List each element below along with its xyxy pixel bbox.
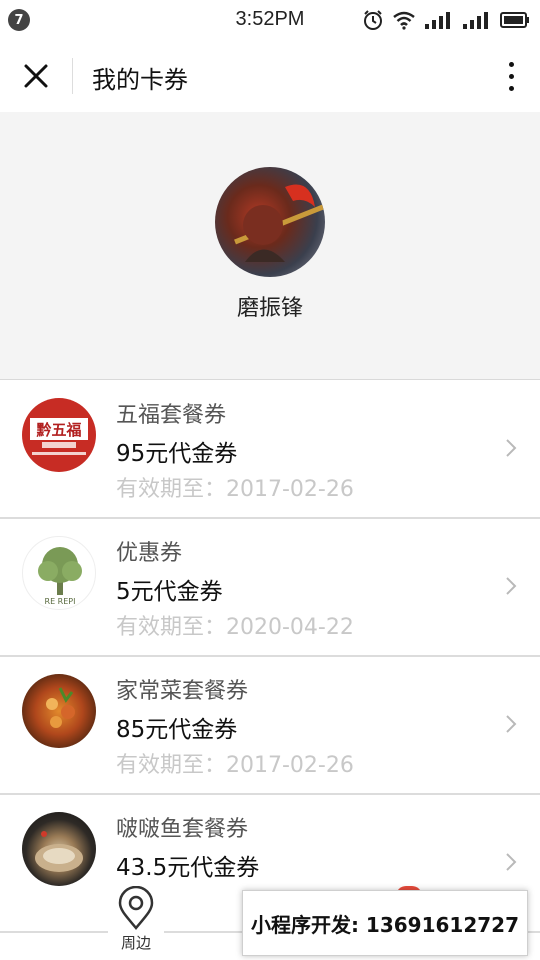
- profile-name: 磨振锋: [236, 296, 303, 321]
- avatar-image: [234, 184, 324, 262]
- chevron-right-icon: [506, 439, 517, 457]
- battery-icon: [500, 12, 529, 28]
- coupon-item[interactable]: 家常菜套餐券 85元代金券 有效期至：2017-02-26: [0, 657, 540, 795]
- status-bar: 7 3:52PM: [0, 0, 540, 40]
- coupon-value: 5元代金券: [116, 579, 223, 605]
- signal-icon: [425, 12, 450, 29]
- coupon-value: 85元代金券: [116, 717, 238, 743]
- coupon-logo: RE REPI: [22, 536, 96, 610]
- coupon-value: 95元代金券: [116, 441, 238, 467]
- coupon-expiry: 有效期至：2017-02-26: [116, 753, 354, 778]
- coupon-expiry: 有效期至：2020-04-22: [116, 615, 354, 640]
- coupon-name: 家常菜套餐券: [116, 679, 249, 704]
- avatar[interactable]: [215, 167, 325, 277]
- close-icon: [24, 64, 48, 88]
- chevron-right-icon: [506, 853, 517, 871]
- promo-banner[interactable]: 小程序开发: 13691612727: [242, 890, 528, 956]
- profile-header: 磨振锋: [0, 112, 540, 380]
- coupon-name: 五福套餐券: [116, 403, 227, 428]
- coupon-expiry: 有效期至：2017-02-26: [116, 477, 354, 502]
- nav-bar: 我的卡券: [0, 40, 540, 112]
- coupon-value: 43.5元代金券: [116, 855, 260, 881]
- coupon-item[interactable]: 黔五福 五福套餐券 95元代金券 有效期至：2017-02-26: [0, 381, 540, 519]
- coupon-name: 啵啵鱼套餐券: [116, 817, 249, 842]
- alarm-icon: [364, 10, 382, 30]
- more-options-button[interactable]: [504, 58, 518, 94]
- wifi-icon: [393, 11, 415, 30]
- coupon-item[interactable]: RE REPI 优惠券 5元代金券 有效期至：2020-04-22: [0, 519, 540, 657]
- signal-icon: [463, 12, 488, 29]
- coupon-logo: 黔五福: [22, 398, 96, 472]
- status-icons: [362, 9, 530, 31]
- nav-divider: [72, 58, 73, 94]
- tab-nearby[interactable]: 周边: [108, 884, 164, 960]
- coupon-logo: [22, 812, 96, 886]
- more-vertical-icon: [508, 61, 514, 67]
- coupon-logo: [22, 674, 96, 748]
- coupon-logo-text: 黔五福: [36, 421, 81, 439]
- close-button[interactable]: [18, 58, 54, 94]
- chevron-right-icon: [506, 577, 517, 595]
- coupon-logo-text: RE REPI: [45, 597, 76, 606]
- location-pin-icon: [118, 886, 154, 930]
- chevron-right-icon: [506, 715, 517, 733]
- coupon-name: 优惠券: [116, 541, 183, 566]
- tab-nearby-label: 周边: [120, 934, 151, 952]
- page-title: 我的卡券: [92, 66, 188, 94]
